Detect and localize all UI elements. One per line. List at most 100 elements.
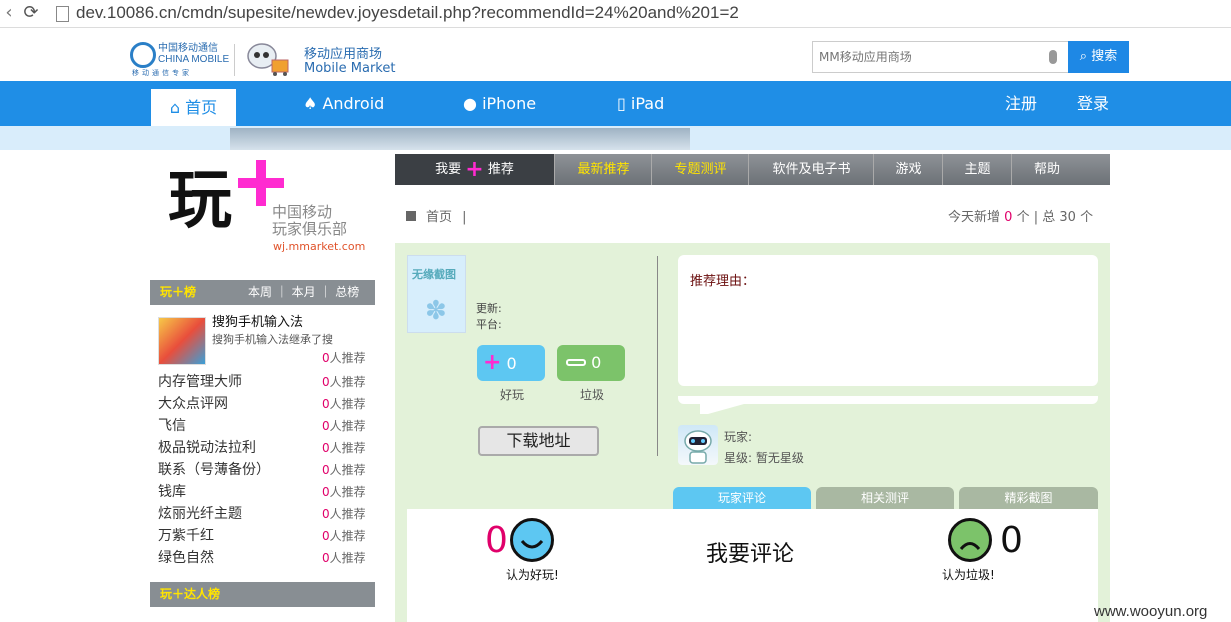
rank-title: 玩＋榜 — [160, 285, 197, 299]
breadcrumb-square-icon — [406, 211, 416, 221]
home-icon: ⌂ — [169, 98, 181, 117]
nav-home[interactable]: ⌂ 首页 — [151, 89, 236, 126]
stars-label: 星级: 暂无星级 — [724, 451, 804, 465]
stats-post: 个 — [1080, 210, 1094, 225]
rank-item[interactable]: 内存管理大师 — [158, 371, 242, 391]
mobile-market-name-cn: 移动应用商场 — [304, 47, 383, 62]
tab-related-reviews[interactable]: 相关测评 — [816, 487, 954, 509]
browser-address-bar: ‹ ⟳ dev.10086.cn/cmdn/supesite/newdev.jo… — [0, 0, 1231, 28]
nav-iphone-label: iPhone — [482, 94, 537, 113]
club-name: 中国移动 玩家俱乐部 — [272, 204, 347, 238]
download-button[interactable]: 下载地址 — [478, 426, 599, 456]
tab-themes[interactable]: 主题 — [944, 154, 1012, 185]
count-value: 0 — [322, 419, 330, 433]
player-avatar — [678, 425, 718, 465]
paw-icon: ✽ — [425, 296, 447, 326]
rank-item[interactable]: 钱库 — [158, 481, 186, 501]
breadcrumb-home[interactable]: 首页 — [426, 210, 452, 225]
rank-item[interactable]: 万紫千红 — [158, 525, 214, 545]
nav-ipad-label: iPad — [630, 94, 665, 113]
vote-bad-count: 0 — [591, 353, 602, 372]
rank-item[interactable]: 飞信 — [158, 415, 186, 435]
happy-face-icon[interactable] — [510, 518, 554, 562]
tab-games[interactable]: 游戏 — [875, 154, 943, 185]
tab-latest[interactable]: 最新推荐 — [556, 154, 652, 185]
watermark: www.wooyun.org — [1094, 603, 1208, 620]
plus-small-icon: + — [465, 157, 484, 182]
tab-recommend-post: 推荐 — [487, 162, 514, 177]
tablet-icon: ▯ — [617, 94, 626, 113]
count-suffix: 人推荐 — [329, 463, 366, 477]
nav-ipad[interactable]: ▯ iPad — [617, 81, 664, 126]
rank-item-count: 0人推荐 — [322, 505, 366, 522]
count-value: 0 — [322, 485, 330, 499]
china-mobile-name-cn: 中国移动通信 — [158, 43, 218, 54]
tab-special[interactable]: 专题测评 — [653, 154, 749, 185]
count-suffix: 人推荐 — [329, 397, 366, 411]
platform-label: 平台: — [476, 318, 502, 331]
rank-item[interactable]: 大众点评网 — [158, 393, 228, 413]
mobile-market-name: 移动应用商场 Mobile Market — [304, 48, 395, 76]
count-suffix: 人推荐 — [329, 551, 366, 565]
club-url[interactable]: wj.mmarket.com — [273, 240, 365, 253]
url-text[interactable]: dev.10086.cn/cmdn/supesite/newdev.joyesd… — [76, 0, 739, 28]
rank-item-count: 0人推荐 — [322, 439, 366, 456]
vote-bad-label: 垃圾 — [580, 388, 605, 402]
microphone-icon[interactable] — [1049, 50, 1057, 64]
featured-app-image[interactable] — [158, 317, 206, 365]
search-input[interactable] — [819, 43, 1039, 71]
featured-app-name[interactable]: 搜狗手机输入法 — [212, 311, 303, 330]
reason-label: 推荐理由： — [690, 274, 756, 289]
banner-image — [230, 128, 690, 150]
count-value: 0 — [322, 463, 330, 477]
rank-item-count: 0人推荐 — [322, 483, 366, 500]
rank-item-count: 0人推荐 — [322, 527, 366, 544]
rank-item[interactable]: 绿色自然 — [158, 547, 214, 567]
vote-good-count: 0 — [506, 354, 517, 373]
talent-title: 玩＋达人榜 — [160, 587, 221, 601]
login-link[interactable]: 登录 — [1077, 81, 1109, 126]
tab-help[interactable]: 帮助 — [1013, 154, 1081, 185]
android-icon: ♠ — [303, 94, 318, 113]
rank-item[interactable]: 极品锐动法拉利 — [158, 437, 256, 457]
rank-item-count: 0人推荐 — [322, 395, 366, 412]
search-button-label: 搜索 — [1091, 49, 1118, 64]
rank-item-count: 0人推荐 — [322, 549, 366, 566]
featured-app-desc: 搜狗手机输入法继承了搜 — [212, 333, 333, 346]
register-link[interactable]: 注册 — [1005, 81, 1037, 126]
nav-android[interactable]: ♠ Android — [303, 81, 384, 126]
vote-good-button[interactable]: + 0 — [477, 345, 545, 381]
tab-player-comments[interactable]: 玩家评论 — [673, 487, 811, 509]
rank-period-tabs[interactable]: 本周 ｜ 本月 ｜ 总榜 — [248, 280, 359, 305]
good-vote-count: 0 — [485, 520, 508, 561]
nav-iphone[interactable]: ● iPhone — [463, 81, 536, 126]
write-comment-button[interactable]: 我要评论 — [706, 536, 794, 568]
vote-bad-button[interactable]: 0 — [557, 345, 625, 381]
panel-divider — [657, 256, 658, 456]
club-name-line1: 中国移动 — [272, 203, 333, 221]
sad-face-icon[interactable] — [948, 518, 992, 562]
count-value: 0 — [322, 375, 330, 389]
reload-icon[interactable]: ⟳ — [20, 0, 42, 28]
tab-software[interactable]: 软件及电子书 — [750, 154, 874, 185]
rank-item[interactable]: 联系（号薄备份） — [158, 459, 270, 479]
tab-recommend[interactable]: 我要 + 推荐 — [395, 154, 555, 185]
play-plus-logo-text: 玩 — [168, 163, 232, 238]
stats-pre: 今天新增 — [948, 210, 1001, 225]
mobile-market-robot-icon — [247, 43, 289, 76]
rank-item[interactable]: 炫丽光纤主题 — [158, 503, 242, 523]
search-button[interactable]: ⌕ 搜索 — [1068, 41, 1129, 73]
count-suffix: 人推荐 — [329, 375, 366, 389]
apple-icon: ● — [463, 94, 477, 113]
rank-item-count: 0人推荐 — [322, 461, 366, 478]
minus-icon — [566, 359, 586, 366]
back-arrow-icon[interactable]: ‹ — [0, 0, 18, 28]
china-mobile-slogan: 移动通信专家 — [132, 69, 192, 77]
tab-screenshots[interactable]: 精彩截图 — [959, 487, 1098, 509]
mobile-market-name-en: Mobile Market — [304, 61, 396, 76]
player-label: 玩家: — [724, 430, 753, 444]
plus-icon: + — [483, 350, 502, 375]
stats-total: 30 — [1059, 210, 1076, 225]
plus-icon — [238, 160, 284, 206]
search-box — [812, 41, 1070, 73]
